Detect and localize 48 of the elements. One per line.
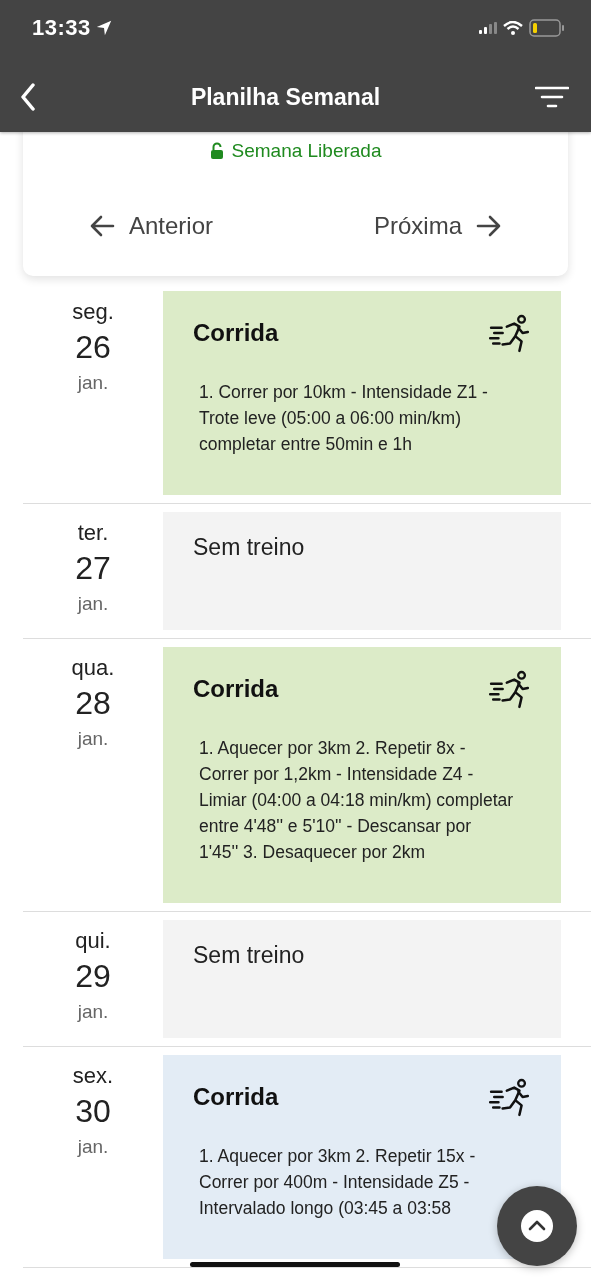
day-number: 27 — [75, 550, 111, 587]
workout-title: Corrida — [193, 675, 279, 703]
month-label: jan. — [77, 1136, 109, 1158]
workout-card[interactable]: Corrida 1. Aquecer por 3km 2. Repetir 8x - Correr por 1,2km - Intensidade Z4 - Limiar (04:00 a 04:18 min/km) completar entre 4'48'' e 5'10'' - Descansar por 1'45'' 3. Desaquecer por 2km — [163, 647, 561, 903]
day-number: 26 — [75, 329, 111, 366]
signal-icon — [479, 22, 497, 34]
chevron-up-icon — [521, 1210, 553, 1242]
page-title: Planilha Semanal — [190, 83, 381, 111]
month-label: jan. — [77, 372, 109, 394]
workout-title: Corrida — [193, 319, 279, 347]
status-time: 13:33 — [32, 15, 91, 41]
filter-button[interactable] — [535, 86, 569, 108]
rest-day-label: Sem treino — [193, 942, 306, 969]
arrow-right-icon — [476, 215, 502, 237]
back-icon — [20, 83, 36, 111]
month-label: jan. — [77, 593, 109, 615]
wifi-icon — [503, 21, 523, 35]
arrow-left-icon — [89, 215, 115, 237]
previous-button[interactable]: Anterior — [89, 212, 214, 240]
day-number: 29 — [75, 958, 111, 995]
running-person-icon — [489, 669, 531, 709]
weekday-label: seg. — [72, 299, 114, 325]
scroll-top-button[interactable] — [497, 1186, 577, 1266]
rest-day-label: Sem treino — [193, 534, 306, 561]
weekday-label: qua. — [71, 655, 115, 681]
workout-title: Corrida — [193, 1083, 279, 1111]
rest-day-card[interactable]: Sem treino — [163, 512, 561, 630]
battery-icon — [529, 19, 565, 37]
workout-description: 1. Aquecer por 3km 2. Repetir 15x - Correr por 400m - Intensidade Z5 - Intervalado longo (03:45 a 03:58 — [198, 1145, 477, 1220]
workout-card[interactable]: Corrida 1. Correr por 10km - Intensidade Z1 - Trote leve (05:00 a 06:00 min/km) completar entre 50min e 1h — [163, 291, 561, 495]
month-label: jan. — [77, 1001, 109, 1023]
back-button[interactable] — [20, 83, 36, 111]
unlocked-lock-icon — [209, 142, 224, 160]
week-status: Semana Liberada — [231, 140, 382, 162]
filter-icon — [535, 86, 569, 108]
running-person-icon — [489, 1077, 531, 1117]
day-number: 28 — [75, 685, 111, 722]
rest-day-card[interactable]: Sem treino — [163, 920, 561, 1038]
day-number: 30 — [75, 1093, 111, 1130]
workout-card[interactable]: Corrida 1. Aquecer por 3km 2. Repetir 15x - Correr por 400m - Intensidade Z5 - Intervalado longo (03:45 a 03:58 — [163, 1055, 561, 1259]
workout-description: 1. Aquecer por 3km 2. Repetir 8x - Correr por 1,2km - Intensidade Z4 - Limiar (04:00 a 04:18 min/km) completar entre 4'48'' e 5'10'' - Descansar por 1'45'' 3. Desaquecer por 2km — [198, 737, 515, 864]
month-label: jan. — [77, 728, 109, 750]
weekday-label: sex. — [72, 1063, 114, 1089]
weekday-label: ter. — [77, 520, 109, 546]
next-button[interactable]: Próxima — [373, 212, 502, 240]
running-person-icon — [489, 313, 531, 353]
workout-description: 1. Correr por 10km - Intensidade Z1 - Trote leve (05:00 a 06:00 min/km) completar entre 50min e 1h — [198, 381, 489, 456]
weekday-label: qui. — [75, 928, 111, 954]
